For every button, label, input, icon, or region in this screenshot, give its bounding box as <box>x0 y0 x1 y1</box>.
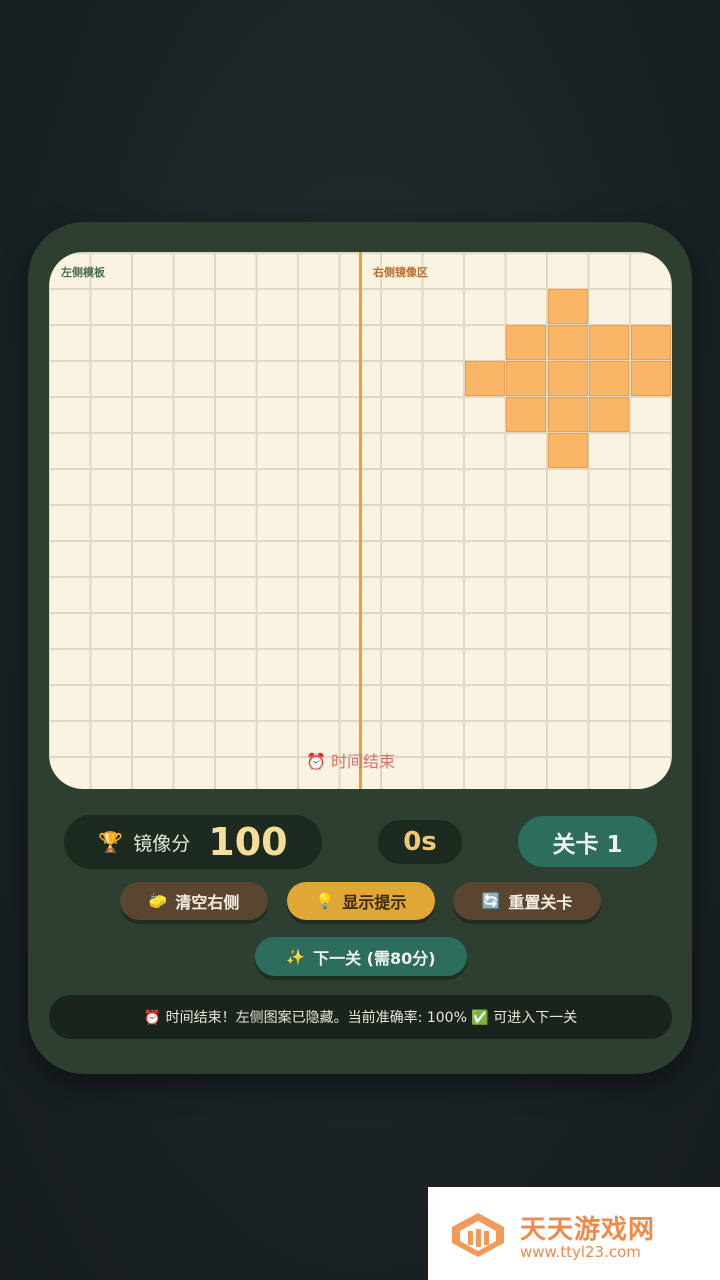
site-title: 天天游戏网 <box>520 1215 656 1245</box>
filled-cell[interactable] <box>547 432 588 468</box>
next-level-button[interactable]: ✨ 下一关 (需80分) <box>255 937 467 976</box>
show-hint-button[interactable]: 💡 显示提示 <box>287 882 435 920</box>
next-level-label: 下一关 (需80分) <box>313 948 436 968</box>
filled-cell[interactable] <box>589 324 629 360</box>
score-panel: 🏆 镜像分 100 <box>64 815 322 869</box>
timer-display: 0s <box>378 820 462 864</box>
refresh-icon: 🔄 <box>481 892 501 910</box>
reset-level-label: 重置关卡 <box>508 893 573 912</box>
filled-cell[interactable] <box>506 360 546 396</box>
sparkles-icon: ✨ <box>286 947 306 966</box>
filled-cell[interactable] <box>630 360 671 396</box>
filled-cell[interactable] <box>589 360 629 396</box>
filled-cell[interactable] <box>506 396 546 432</box>
status-message: ⏰ 时间结束！左侧图案已隐藏。当前准确率: 100% ✅ 可进入下一关 <box>49 995 672 1039</box>
site-logo-icon <box>452 1213 504 1257</box>
level-badge: 关卡 1 <box>518 816 657 867</box>
filled-cell[interactable] <box>589 396 629 432</box>
filled-cell[interactable] <box>464 360 505 396</box>
trophy-icon: 🏆 <box>98 830 124 854</box>
reset-level-button[interactable]: 🔄 重置关卡 <box>453 882 601 920</box>
time-up-notice: ⏰ 时间结束 <box>306 752 396 771</box>
filled-cell[interactable] <box>547 396 588 432</box>
score-label: 镜像分 <box>133 832 191 855</box>
filled-cell[interactable] <box>547 324 588 360</box>
filled-cell[interactable] <box>547 288 588 324</box>
clear-right-button[interactable]: 🧽 清空右侧 <box>120 882 268 920</box>
right-mirror-label: 右侧镜像区 <box>373 266 428 279</box>
lightbulb-icon: 💡 <box>315 892 335 910</box>
mirror-axis-divider <box>359 252 362 789</box>
site-watermark: 天天游戏网 www.ttyl23.com <box>428 1187 720 1280</box>
score-value: 100 <box>208 820 288 864</box>
left-template-label: 左侧模板 <box>61 266 105 279</box>
filled-cell[interactable] <box>506 324 546 360</box>
clear-right-label: 清空右侧 <box>175 893 240 912</box>
filled-cell[interactable] <box>630 324 671 360</box>
site-url: www.ttyl23.com <box>520 1243 641 1261</box>
sponge-icon: 🧽 <box>148 892 168 910</box>
show-hint-label: 显示提示 <box>342 893 407 912</box>
filled-cell[interactable] <box>547 360 588 396</box>
